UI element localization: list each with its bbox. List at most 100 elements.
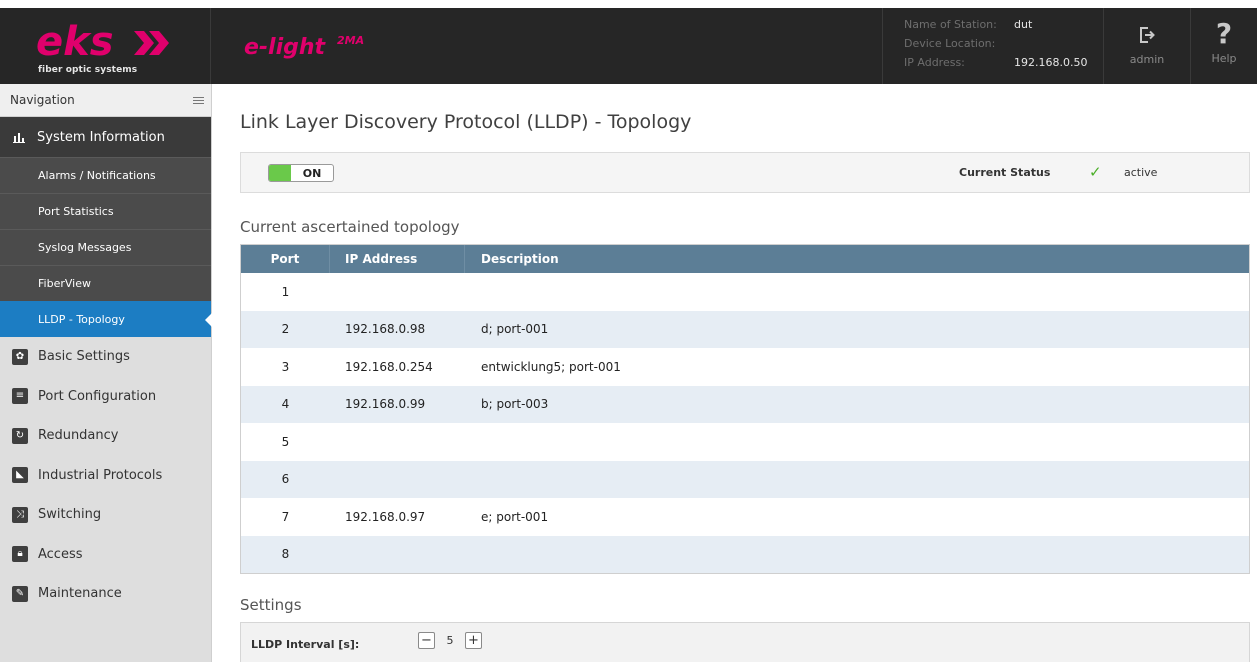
table-row: 7 192.168.0.97 e; port-001 <box>241 498 1249 536</box>
cell-ip: 192.168.0.97 <box>345 509 426 524</box>
cell-port: 6 <box>281 472 290 487</box>
settings-section-title: Settings <box>240 596 302 614</box>
page-title: Link Layer Discovery Protocol (LLDP) - T… <box>240 111 692 133</box>
sidebar-item-label: Industrial Protocols <box>38 467 163 483</box>
table-row: 3 192.168.0.254 entwicklung5; port-001 <box>241 348 1249 386</box>
sidebar-subitem-label: Alarms / Notifications <box>38 169 156 182</box>
ip-address-value: 192.168.0.50 <box>1014 56 1088 69</box>
sidebar-item-basic-settings[interactable]: ✿ Basic Settings <box>0 337 211 377</box>
cell-port: 8 <box>281 547 290 562</box>
cell-port: 7 <box>281 509 290 524</box>
sliders-icon: ≡ <box>12 388 28 405</box>
help-icon: ? <box>1215 17 1233 50</box>
table-row: 5 <box>241 423 1249 461</box>
logout-label: admin <box>1129 53 1165 66</box>
toggle-label: ON <box>302 166 322 180</box>
topology-table: Port IP Address Description 1 2 192.168.… <box>240 244 1250 574</box>
column-header-description: Description <box>481 252 559 266</box>
help-button[interactable]: ? Help <box>1191 8 1257 84</box>
sidebar-item-label: Basic Settings <box>38 349 130 365</box>
sidebar-item-label: Switching <box>38 507 102 523</box>
industrial-icon: ◣ <box>12 467 28 484</box>
check-icon: ✓ <box>1089 163 1102 181</box>
sidebar-item-label: Redundancy <box>38 428 119 444</box>
cell-description: e; port-001 <box>481 509 549 524</box>
cell-port: 1 <box>281 284 290 299</box>
increment-button[interactable]: + <box>465 632 482 649</box>
ip-address-label: IP Address: <box>904 56 965 69</box>
sidebar-item-maintenance[interactable]: ✎ Maintenance <box>0 574 211 614</box>
sidebar-item-industrial-protocols[interactable]: ◣ Industrial Protocols <box>0 456 211 496</box>
sidebar-subitem-label: Port Statistics <box>38 205 114 218</box>
wrench-icon: ✎ <box>12 585 28 602</box>
cell-port: 4 <box>281 397 290 412</box>
station-name-label: Name of Station: <box>904 18 997 31</box>
sidebar-subitem-fiberview[interactable]: FiberView <box>0 265 211 301</box>
sidebar-subitem-alarms[interactable]: Alarms / Notifications <box>0 157 211 193</box>
sidebar-item-label: Maintenance <box>38 586 122 602</box>
table-header: Port IP Address Description <box>241 245 1249 273</box>
lldp-interval-value[interactable]: 5 <box>443 634 457 647</box>
cell-ip: 192.168.0.98 <box>345 322 426 337</box>
switching-icon: ⤨ <box>12 506 28 523</box>
bar-chart-icon <box>13 133 25 143</box>
table-row: 2 192.168.0.98 d; port-001 <box>241 310 1249 348</box>
table-row: 6 <box>241 460 1249 498</box>
redundancy-icon: ↻ <box>12 427 28 444</box>
product-name: e-light <box>244 35 327 60</box>
toggle-indicator <box>269 165 291 181</box>
table-row: 8 <box>241 535 1249 573</box>
device-location-label: Device Location: <box>904 37 996 50</box>
gear-icon: ✿ <box>12 348 28 365</box>
cell-port: 2 <box>281 322 290 337</box>
sidebar-subitem-label: FiberView <box>38 277 91 290</box>
sidebar-item-label: System Information <box>37 129 165 145</box>
column-header-port: Port <box>241 245 330 273</box>
cell-port: 5 <box>281 434 290 449</box>
svg-text:eks: eks <box>36 19 114 63</box>
sidebar-subitem-syslog[interactable]: Syslog Messages <box>0 229 211 265</box>
cell-description: d; port-001 <box>481 322 549 337</box>
lldp-toggle[interactable]: ON <box>268 164 334 182</box>
topology-section-title: Current ascertained topology <box>240 218 460 236</box>
decrement-button[interactable]: − <box>418 632 435 649</box>
status-bar: ON Current Status ✓ active <box>240 152 1250 193</box>
cell-description: b; port-003 <box>481 397 549 412</box>
logout-button[interactable]: admin <box>1104 8 1191 84</box>
sidebar-subitem-label: Syslog Messages <box>38 241 132 254</box>
station-name-value: dut <box>1014 18 1033 31</box>
cell-ip: 192.168.0.99 <box>345 397 426 412</box>
nav-title: Navigation <box>10 93 75 107</box>
settings-panel: LLDP Interval [s]: − 5 + <box>240 622 1250 662</box>
app-header: eks fiber optic systems e-light 2MA Name… <box>0 8 1257 84</box>
sidebar-item-port-configuration[interactable]: ≡ Port Configuration <box>0 377 211 417</box>
sidebar-subitem-port-statistics[interactable]: Port Statistics <box>0 193 211 229</box>
column-header-ip: IP Address <box>330 245 465 273</box>
sidebar: Navigation System Information Alarms / N… <box>0 84 212 662</box>
product-suffix: 2MA <box>337 34 364 47</box>
current-status-label: Current Status <box>959 166 1051 179</box>
sidebar-item-switching[interactable]: ⤨ Switching <box>0 495 211 535</box>
help-label: Help <box>1211 52 1237 65</box>
cell-port: 3 <box>281 359 290 374</box>
logout-icon <box>1140 27 1155 43</box>
sidebar-item-label: Access <box>38 546 83 562</box>
menu-toggle-icon[interactable] <box>193 96 204 104</box>
station-info: Name of Station: dut Device Location: IP… <box>882 8 1104 84</box>
cell-description: entwicklung5; port-001 <box>481 359 621 374</box>
lock-icon: 🔒︎ <box>12 546 28 563</box>
brand-tagline: fiber optic systems <box>38 65 138 75</box>
sidebar-item-redundancy[interactable]: ↻ Redundancy <box>0 416 211 456</box>
sidebar-item-access[interactable]: 🔒︎ Access <box>0 535 211 575</box>
nav-header: Navigation <box>0 84 211 117</box>
eks-logo-icon: eks <box>36 19 169 63</box>
cell-ip: 192.168.0.254 <box>345 359 433 374</box>
sidebar-item-system-information[interactable]: System Information <box>0 117 211 157</box>
sidebar-subitem-label: LLDP - Topology <box>38 313 125 326</box>
sidebar-item-label: Port Configuration <box>38 388 157 404</box>
sidebar-subitem-lldp-topology[interactable]: LLDP - Topology <box>0 301 212 337</box>
lldp-interval-stepper: − 5 + <box>418 632 482 649</box>
current-status-value: active <box>1124 166 1158 179</box>
table-row: 4 192.168.0.99 b; port-003 <box>241 385 1249 423</box>
table-row: 1 <box>241 273 1249 311</box>
